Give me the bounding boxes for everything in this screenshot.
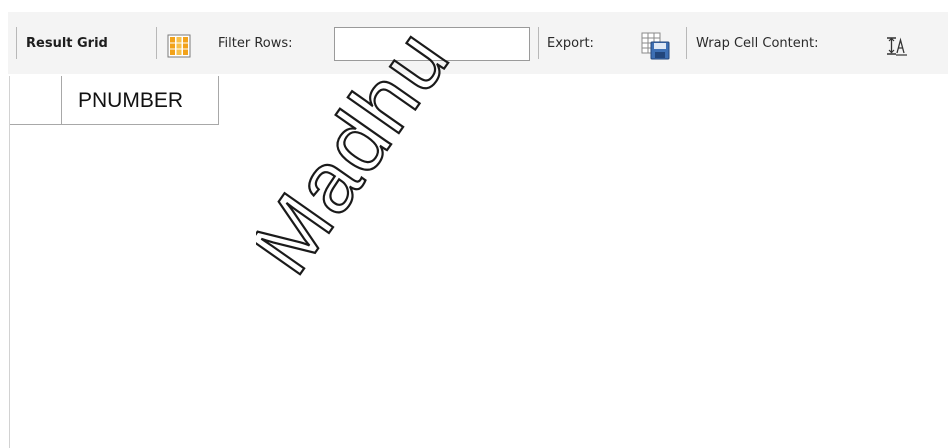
toolbar-separator [538, 27, 539, 59]
export-label: Export: [547, 36, 594, 51]
grid-header-row: PNUMBER [10, 76, 219, 125]
columns-grid-icon[interactable] [167, 34, 191, 58]
toolbar-separator [16, 27, 17, 59]
filter-rows-label: Filter Rows: [218, 36, 293, 51]
wrap-text-icon[interactable] [886, 36, 908, 56]
top-band [0, 0, 948, 12]
toolbar-separator [686, 27, 687, 59]
toolbar-separator [156, 27, 157, 59]
result-grid-tab[interactable]: Result Grid [26, 32, 108, 56]
filter-rows-input[interactable] [334, 27, 530, 61]
grid-left-border [9, 76, 10, 448]
wrap-cell-content-label: Wrap Cell Content: [696, 36, 819, 51]
result-grid[interactable] [9, 76, 948, 448]
export-save-icon[interactable] [641, 32, 671, 60]
row-selector-header[interactable] [10, 76, 62, 125]
query-result-panel: Result Grid Filter Rows: Export: Wrap Ce… [0, 0, 948, 448]
column-header-pnumber[interactable]: PNUMBER [62, 76, 219, 125]
